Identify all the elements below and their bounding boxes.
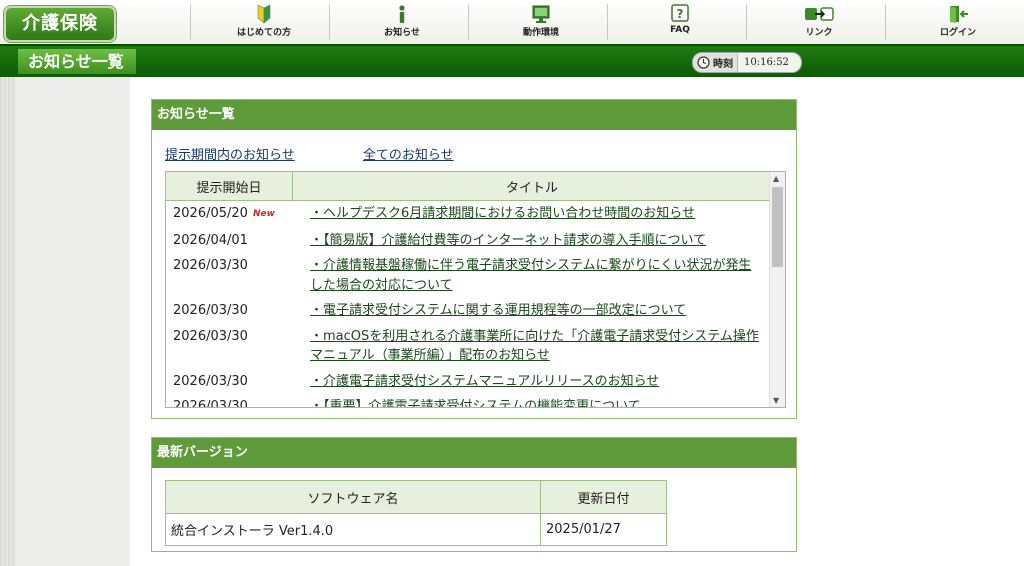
nav-label: はじめての方 (236, 28, 291, 38)
software-date: 2025/01/27 (540, 513, 667, 546)
news-date: 2026/03/30 (166, 256, 310, 295)
news-date-text: 2026/03/30 (173, 303, 248, 318)
scroll-up-arrow-icon[interactable]: ▲ (773, 174, 779, 183)
news-list: 2026/05/20 New ・ヘルプデスク6月請求期間におけるお問い合わせ時間のお… (166, 201, 770, 408)
clock-label-group: 時刻 (693, 53, 738, 72)
page-title: お知らせ一覧 (18, 49, 136, 74)
clock-time: 10:16:52 (744, 57, 789, 68)
link-icon (803, 3, 835, 25)
new-badge: New (252, 209, 275, 219)
news-panel: お知らせ一覧 提示期間内のお知らせ 全てのお知らせ 提示開始日 タイトル 202… (151, 99, 797, 419)
clock: 時刻 10:16:52 (692, 52, 802, 73)
logo[interactable]: 介護保険 (4, 6, 116, 42)
news-row: 2026/05/20 New ・ヘルプデスク6月請求期間におけるお問い合わせ時間のお… (166, 201, 770, 228)
version-panel-title: 最新バージョン (152, 438, 796, 468)
link-all-news[interactable]: 全てのお知らせ (363, 148, 454, 163)
news-title-link[interactable]: ・【簡易版】介護給付費等のインターネット請求の導入手順について (310, 231, 760, 251)
news-row: 2026/03/30 ・電子請求受付システムに関する運用規程等の一部改定について (166, 298, 770, 324)
news-date-text: 2026/03/30 (173, 258, 248, 273)
faq-icon: ? (671, 3, 689, 25)
column-header-updated: 更新日付 (540, 480, 667, 514)
svg-text:?: ? (677, 7, 684, 21)
left-stripe (0, 77, 16, 566)
nav-separator (329, 4, 330, 40)
beginner-mark-icon (257, 3, 271, 25)
left-sidebar (0, 77, 130, 566)
nav-separator (607, 4, 608, 40)
news-row: 2026/03/30 ・介護電子請求受付システムマニュアルリリースのお知らせ (166, 369, 770, 395)
top-navigation: 介護保険 はじめての方 お知らせ 動作環境 ? FAQ リンク ログイン (0, 0, 1024, 45)
nav-separator (190, 4, 191, 40)
version-table: ソフトウェア名 更新日付 統合インストーラ Ver1.4.0 2025/01/2… (165, 480, 667, 546)
login-door-icon (946, 3, 970, 25)
link-period-news[interactable]: 提示期間内のお知らせ (165, 148, 295, 163)
news-title-link[interactable]: ・macOSを利用される介護事業所に向けた「介護電子請求受付システム操作マニュア… (310, 327, 760, 366)
clock-label: 時刻 (713, 59, 733, 70)
nav-item-login[interactable]: ログイン (908, 3, 1008, 41)
nav-label: ログイン (939, 28, 976, 38)
news-date: 2026/05/20 New (166, 204, 310, 225)
news-scrollbar[interactable]: ▲ ▼ (769, 172, 785, 407)
monitor-icon (531, 3, 551, 25)
news-date-text: 2026/03/30 (173, 328, 248, 344)
column-header-date: 提示開始日 (166, 172, 293, 200)
news-title-link[interactable]: ・電子請求受付システムに関する運用規程等の一部改定について (310, 301, 760, 321)
news-row: 2026/03/30 ・介護情報基盤稼働に伴う電子請求受付システムに繋がりにくい状… (166, 253, 770, 298)
nav-item-environment[interactable]: 動作環境 (491, 3, 591, 41)
news-list-frame: 提示開始日 タイトル 2026/05/20 New ・ヘルプデスク6月請求期間におけ… (165, 171, 786, 408)
news-title-link[interactable]: ・ヘルプデスク6月請求期間におけるお問い合わせ時間のお知らせ (310, 204, 760, 225)
title-bar: お知らせ一覧 時刻 10:16:52 (0, 44, 1024, 77)
news-row: 2026/03/30 ・macOSを利用される介護事業所に向けた「介護電子請求受付… (166, 324, 770, 369)
news-date: 2026/04/01 (166, 231, 310, 251)
news-title-link[interactable]: ・【重要】介護電子請求受付システムの機能変更について (310, 397, 760, 407)
nav-label: 動作環境 (522, 28, 559, 38)
news-row: 2026/03/30 ・【重要】介護電子請求受付システムの機能変更について (166, 394, 770, 408)
nav-item-faq[interactable]: ? FAQ (630, 3, 730, 41)
news-table-header: 提示開始日 タイトル (166, 172, 785, 201)
nav-item-link[interactable]: リンク (769, 3, 869, 41)
scroll-down-arrow-icon[interactable]: ▼ (773, 396, 779, 405)
news-date: 2026/03/30 (166, 397, 310, 408)
nav-separator (885, 4, 886, 40)
scroll-thumb[interactable] (772, 187, 783, 267)
column-header-software: ソフトウェア名 (165, 480, 541, 514)
nav-label: FAQ (670, 25, 690, 35)
clock-icon (697, 56, 710, 69)
nav-separator (746, 4, 747, 40)
nav-label: お知らせ (384, 28, 420, 38)
nav-item-beginner[interactable]: はじめての方 (214, 3, 314, 41)
news-filter-links: 提示期間内のお知らせ 全てのお知らせ (165, 144, 454, 163)
software-name: 統合インストーラ Ver1.4.0 (165, 513, 541, 546)
version-panel: 最新バージョン ソフトウェア名 更新日付 統合インストーラ Ver1.4.0 2… (151, 437, 797, 552)
news-date-text: 2026/05/20 (173, 206, 248, 221)
news-date: 2026/03/30 (166, 327, 310, 366)
news-date-text: 2026/03/30 (173, 399, 248, 408)
news-row: 2026/04/01 ・【簡易版】介護給付費等のインターネット請求の導入手順につい… (166, 228, 770, 254)
news-title-link[interactable]: ・介護電子請求受付システムマニュアルリリースのお知らせ (310, 372, 760, 392)
news-date-text: 2026/04/01 (173, 232, 248, 248)
table-row: 統合インストーラ Ver1.4.0 2025/01/27 (165, 513, 667, 546)
news-date: 2026/03/30 (166, 301, 310, 321)
news-title-link[interactable]: ・介護情報基盤稼働に伴う電子請求受付システムに繋がりにくい状況が発生した場合の対… (310, 256, 760, 295)
news-panel-title: お知らせ一覧 (152, 100, 796, 130)
info-icon (397, 3, 407, 25)
nav-label: リンク (805, 28, 833, 38)
nav-separator (468, 4, 469, 40)
nav-item-news[interactable]: お知らせ (352, 3, 452, 41)
news-date-text: 2026/03/30 (173, 373, 248, 389)
column-header-title: タイトル (505, 180, 558, 196)
news-date: 2026/03/30 (166, 372, 310, 392)
